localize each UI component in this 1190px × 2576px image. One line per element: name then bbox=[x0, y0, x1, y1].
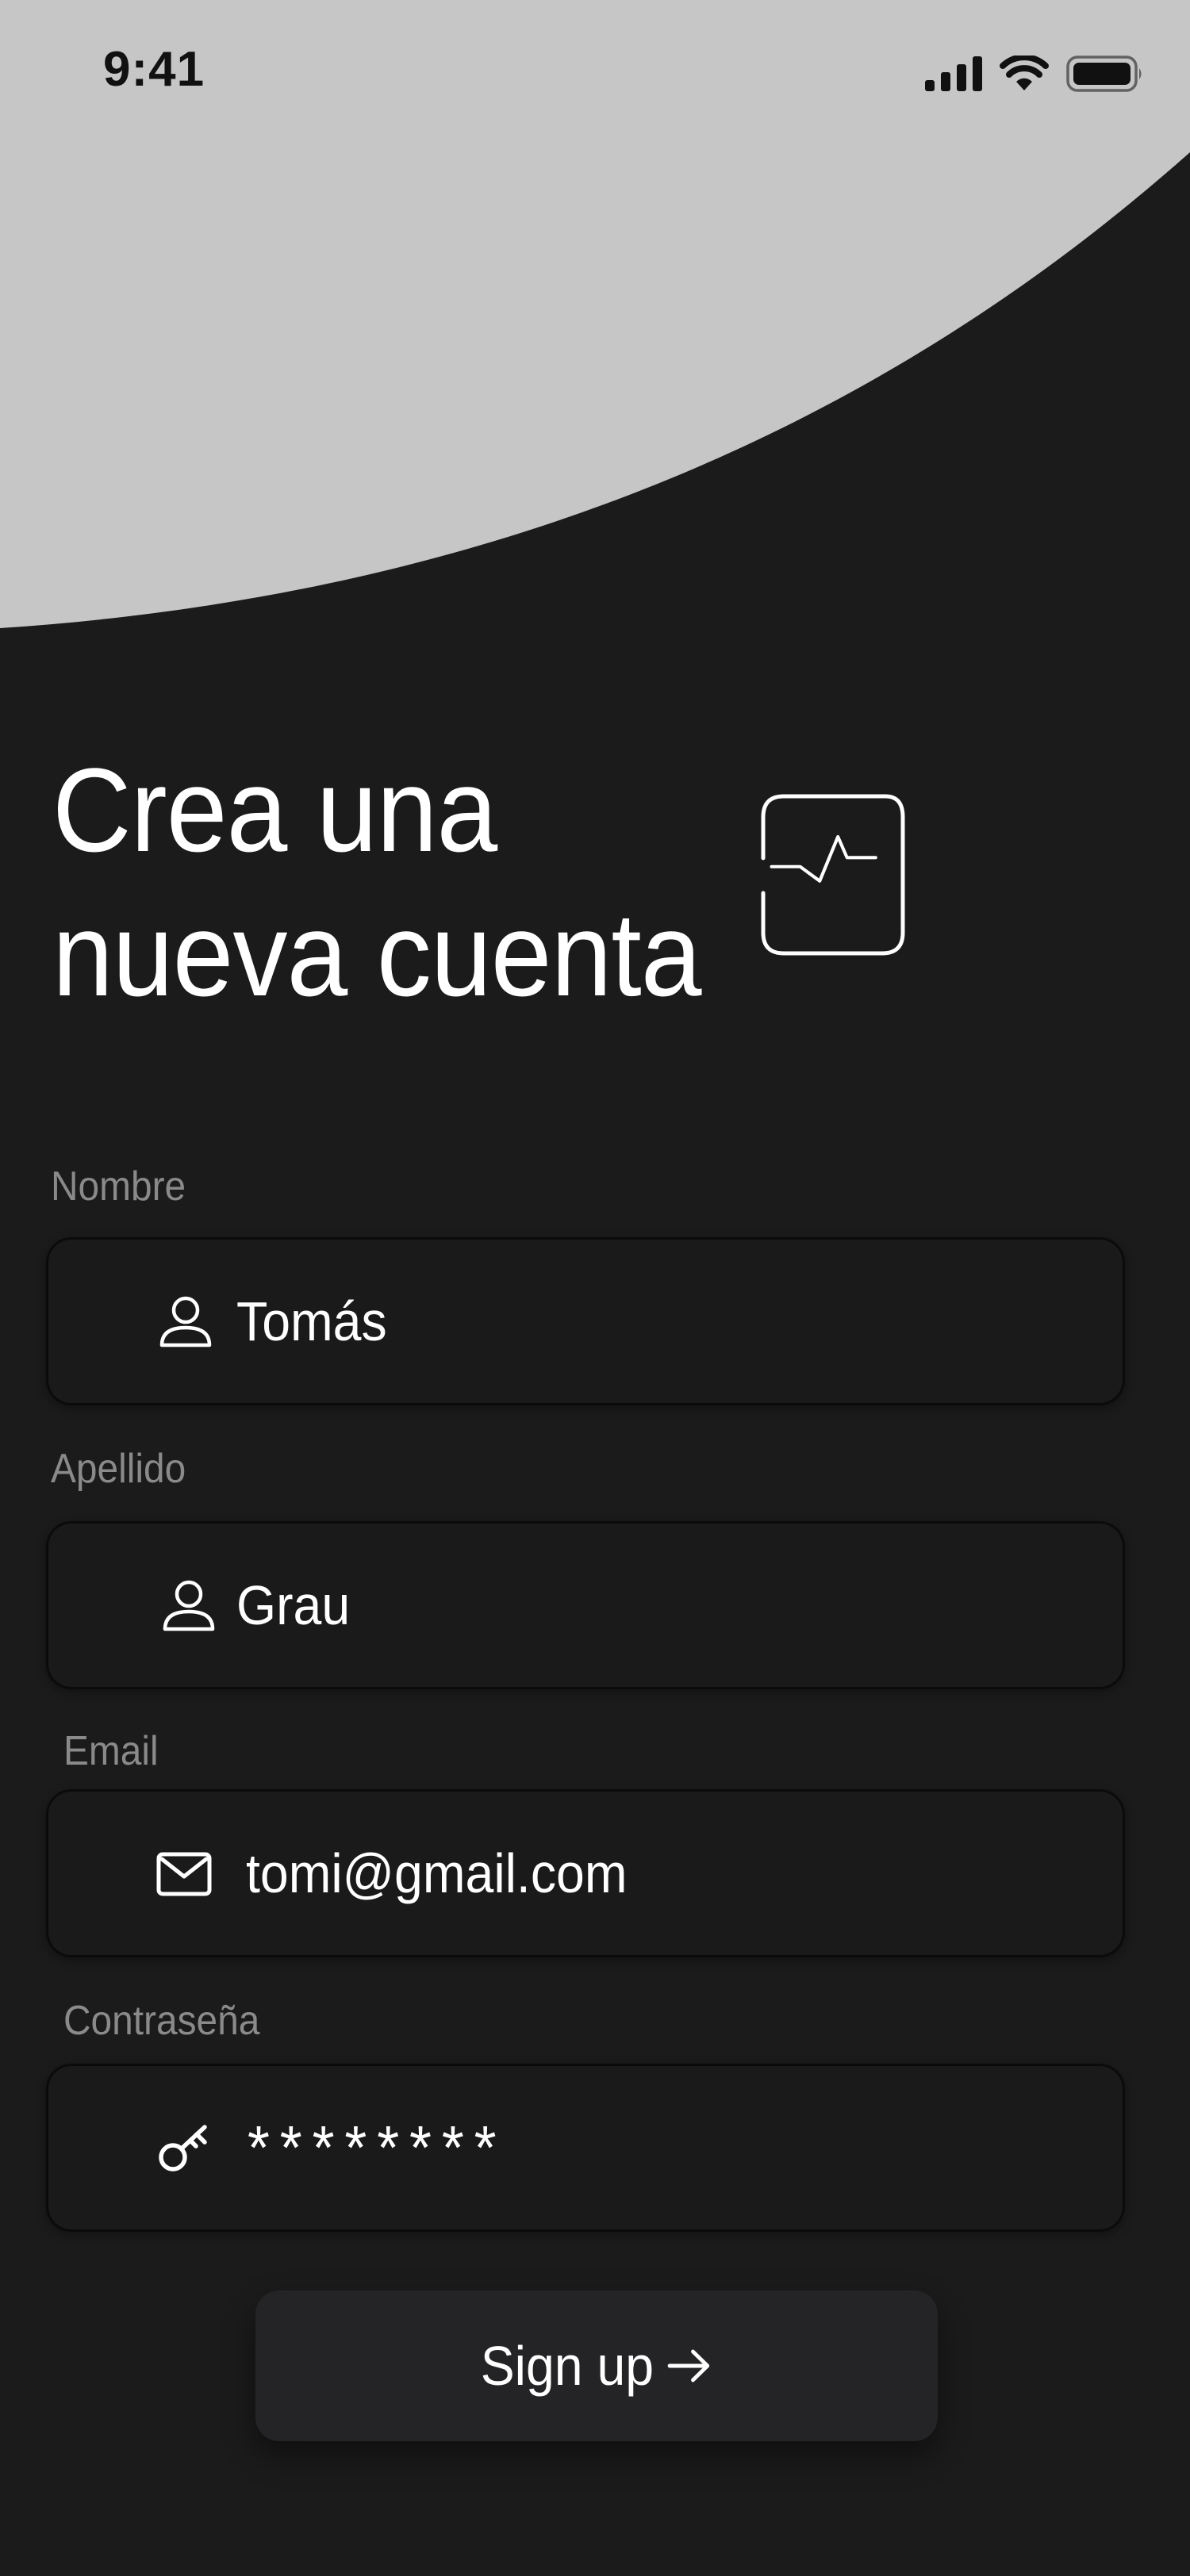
key-icon bbox=[159, 2125, 207, 2172]
arrow-right-icon bbox=[668, 2349, 710, 2382]
mail-icon bbox=[156, 1852, 212, 1896]
password-value: ******** bbox=[248, 2112, 507, 2183]
sign-up-label: Sign up bbox=[480, 2335, 654, 2397]
sign-up-button[interactable]: Sign up bbox=[255, 2290, 938, 2441]
wifi-icon bbox=[1000, 56, 1049, 90]
email-value: tomi@gmail.com bbox=[246, 1842, 628, 1904]
status-bar-time: 9:41 bbox=[103, 42, 205, 97]
last-name-value: Grau bbox=[236, 1574, 351, 1636]
battery-icon bbox=[1066, 56, 1142, 92]
user-icon bbox=[163, 1580, 215, 1631]
page-title: Crea una nueva cuenta bbox=[52, 738, 702, 1026]
email-field[interactable]: tomi@gmail.com bbox=[46, 1789, 1125, 1957]
password-field[interactable]: ******** bbox=[46, 2064, 1125, 2232]
activity-pulse-icon bbox=[761, 794, 905, 956]
cellular-signal-icon bbox=[925, 56, 982, 91]
signup-screen: 9:41 Crea una nueva cuenta Nombre Tomás … bbox=[0, 0, 1190, 2576]
status-bar-icons bbox=[925, 49, 1144, 98]
first-name-label: Nombre bbox=[51, 1163, 186, 1209]
user-icon bbox=[159, 1296, 212, 1347]
password-label: Contraseña bbox=[63, 1998, 260, 2044]
first-name-field[interactable]: Tomás bbox=[46, 1237, 1125, 1405]
last-name-label: Apellido bbox=[51, 1446, 186, 1492]
page-title-line-1: Crea una bbox=[52, 743, 497, 876]
last-name-field[interactable]: Grau bbox=[46, 1521, 1125, 1689]
page-title-line-2: nueva cuenta bbox=[52, 887, 702, 1021]
first-name-value: Tomás bbox=[236, 1290, 387, 1352]
email-label: Email bbox=[63, 1728, 159, 1774]
